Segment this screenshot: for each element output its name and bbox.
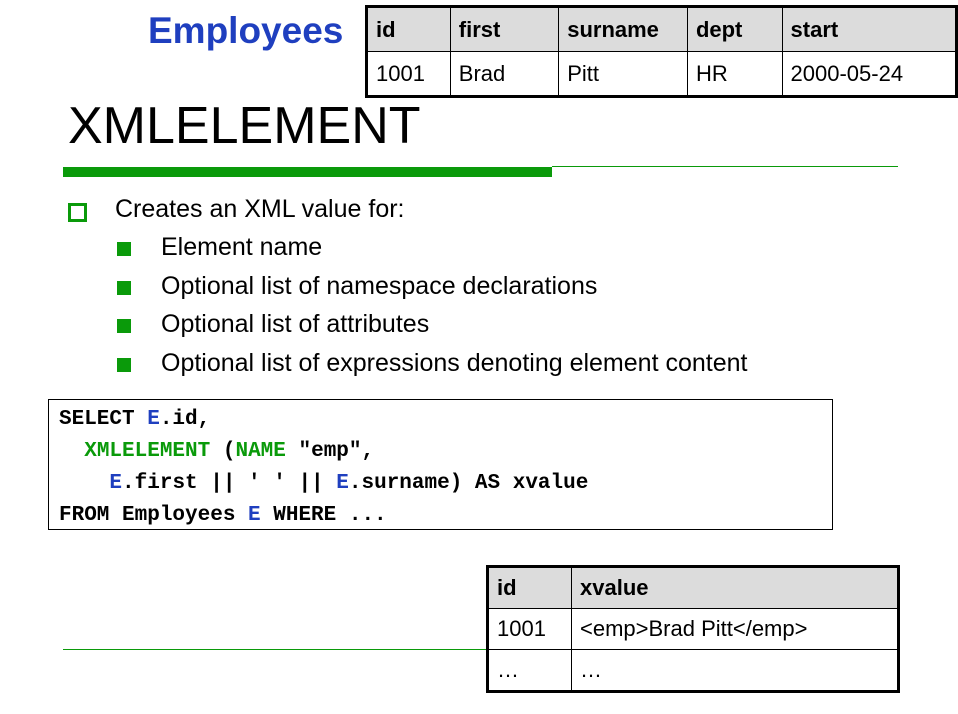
code-token-function: XMLELEMENT xyxy=(84,440,211,463)
hollow-square-bullet-icon xyxy=(68,203,87,222)
table-header-row: id xvalue xyxy=(487,566,899,609)
cell-id: … xyxy=(487,649,572,692)
sql-code-block: SELECT E.id, XMLELEMENT (NAME "emp", E.f… xyxy=(48,399,833,530)
result-table: id xvalue 1001 <emp>Brad Pitt</emp> … … xyxy=(486,565,900,693)
col-header-surname: surname xyxy=(558,6,688,52)
title-underline-thick xyxy=(63,167,552,177)
filled-square-bullet-icon xyxy=(117,358,131,372)
cell-start: 2000-05-24 xyxy=(781,51,958,97)
footer-rule xyxy=(63,649,487,650)
employees-caption: Employees xyxy=(148,10,344,51)
bullet-main-text: Creates an XML value for: xyxy=(115,195,405,223)
code-token: ( xyxy=(210,440,236,463)
table-row: 1001 Brad Pitt HR 2000-05-24 xyxy=(366,51,958,97)
filled-square-bullet-icon xyxy=(117,319,131,333)
table-row: … … xyxy=(487,649,899,692)
employees-table: id first surname dept start 1001 Brad Pi… xyxy=(365,5,958,98)
col-header-xvalue: xvalue xyxy=(571,566,899,609)
code-token: WHERE ... xyxy=(260,504,387,527)
col-header-id: id xyxy=(366,6,451,52)
filled-square-bullet-icon xyxy=(117,281,131,295)
sub-bullet-text: Element name xyxy=(161,233,323,261)
code-line: E.first || ' ' || E.surname) AS xvalue xyxy=(59,468,822,500)
cell-surname: Pitt xyxy=(558,51,688,97)
filled-square-bullet-icon xyxy=(117,242,131,256)
table-row: 1001 <emp>Brad Pitt</emp> xyxy=(487,608,899,650)
col-header-first: first xyxy=(449,6,560,52)
code-token: FROM Employees xyxy=(59,504,249,527)
cell-xvalue: … xyxy=(571,649,899,692)
code-token-alias: E xyxy=(248,504,261,527)
col-header-dept: dept xyxy=(686,6,783,52)
code-token: "emp", xyxy=(285,440,375,463)
code-token: SELECT xyxy=(59,408,148,431)
code-token-alias: E xyxy=(336,472,349,495)
title-underline-thin xyxy=(552,166,898,167)
code-token: .id, xyxy=(159,408,211,431)
code-line: SELECT E.id, xyxy=(59,404,822,436)
code-token-keyword: NAME xyxy=(235,440,286,463)
cell-id: 1001 xyxy=(366,51,451,97)
cell-id: 1001 xyxy=(487,608,572,650)
cell-first: Brad xyxy=(449,51,560,97)
sub-bullet-text: Optional list of expressions denoting el… xyxy=(161,349,748,377)
slide-title: XMLELEMENT xyxy=(68,97,421,155)
sub-bullet-text: Optional list of namespace declarations xyxy=(161,272,598,300)
sub-bullet-text: Optional list of attributes xyxy=(161,310,430,338)
col-header-start: start xyxy=(781,6,958,52)
code-token: .first || ' ' || xyxy=(122,472,337,495)
code-token: .surname) AS xvalue xyxy=(348,472,589,495)
col-header-id: id xyxy=(487,566,572,609)
table-header-row: id first surname dept start xyxy=(366,6,958,52)
cell-dept: HR xyxy=(686,51,783,97)
code-token-alias: E xyxy=(147,408,160,431)
code-line: FROM Employees E WHERE ... xyxy=(59,500,822,532)
code-line: XMLELEMENT (NAME "emp", xyxy=(59,436,822,468)
code-token-alias: E xyxy=(109,472,123,495)
cell-xvalue: <emp>Brad Pitt</emp> xyxy=(571,608,899,650)
